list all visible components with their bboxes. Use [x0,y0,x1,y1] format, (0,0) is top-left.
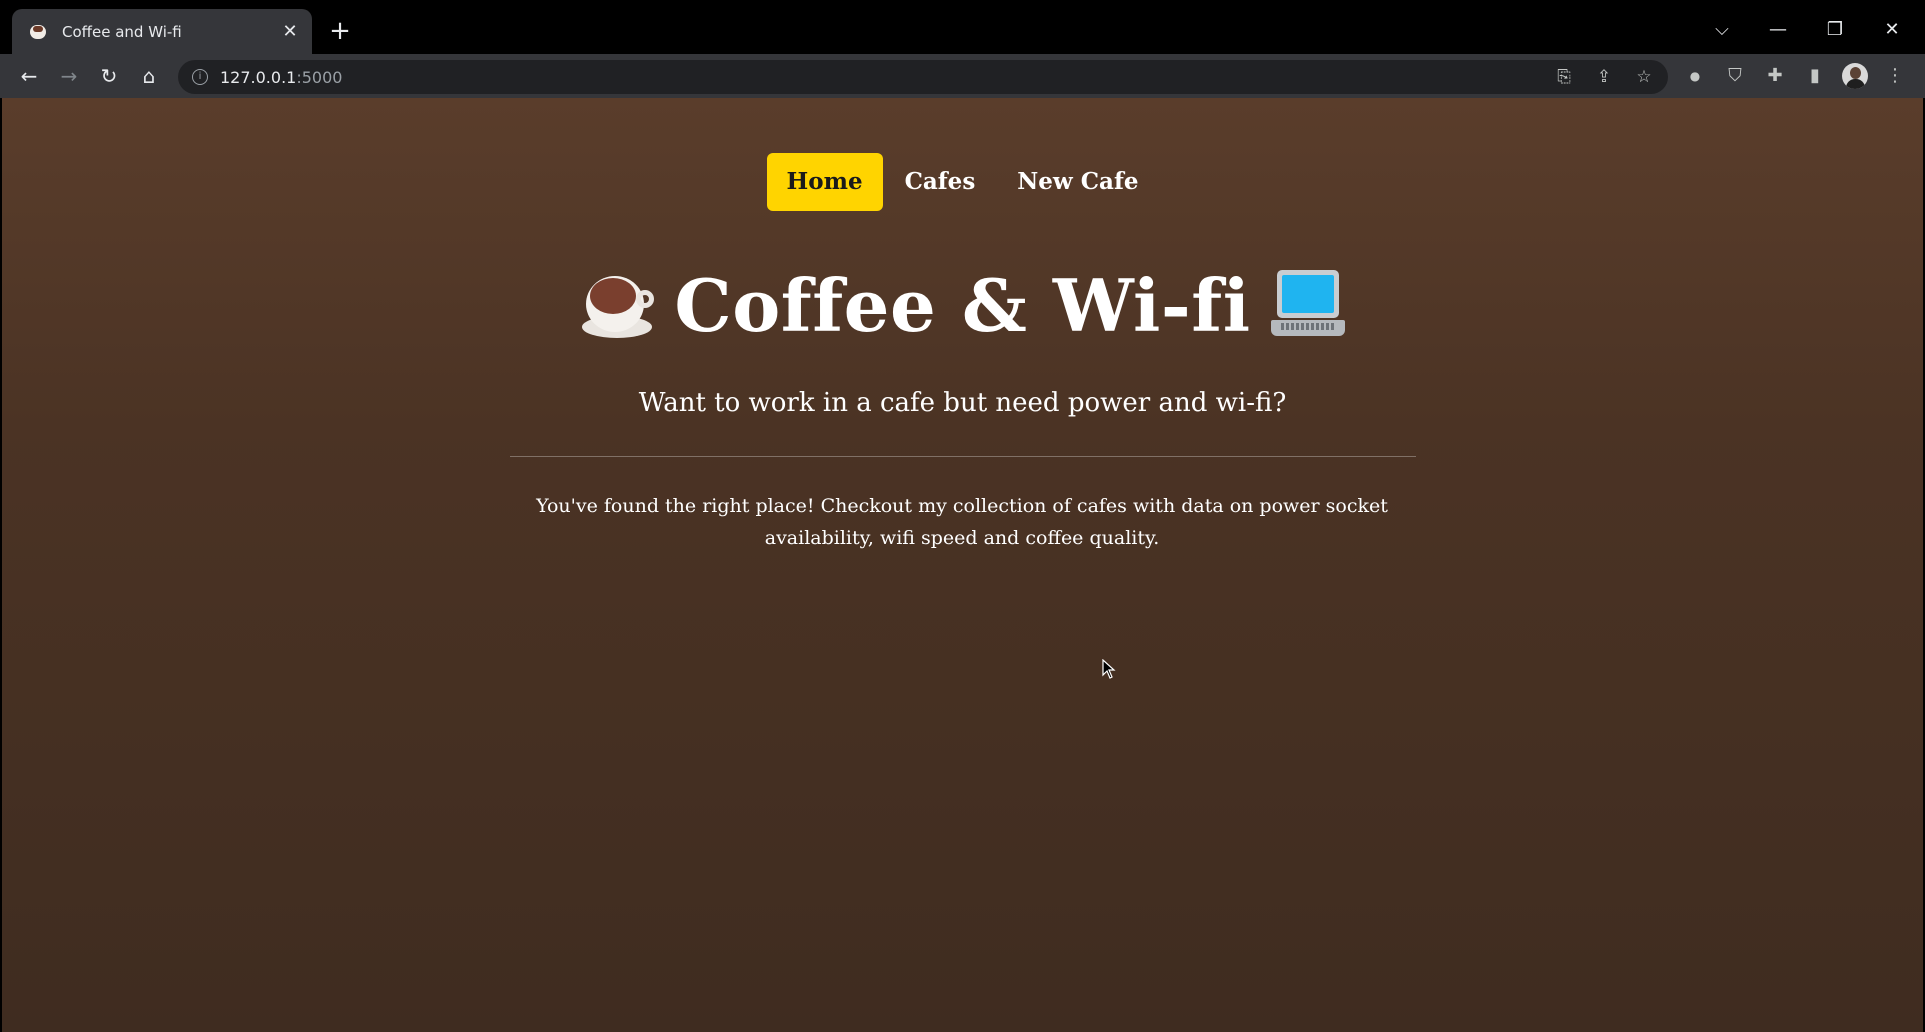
page-title-text: Coffee & Wi-fi [674,263,1251,348]
browser-toolbar: ← → ↻ ⌂ i 127.0.0.1:5000 ⎘ ⇪ ☆ ● ⛉ ✚ ▮ ⋮ [0,54,1925,98]
tab-title: Coffee and Wi-fi [62,22,182,41]
browser-tab[interactable]: Coffee and Wi-fi ✕ [12,9,312,54]
translate-icon[interactable]: ⎘ [1554,67,1574,87]
coffee-favicon-icon [28,21,50,43]
side-panel-icon[interactable]: ▮ [1804,65,1826,87]
mouse-cursor-icon [1102,659,1116,679]
site-nav: Home Cafes New Cafe [2,153,1923,211]
minimize-button[interactable]: — [1758,12,1798,48]
kebab-menu-icon[interactable]: ⋮ [1884,65,1906,87]
tab-search-icon[interactable]: ⌵ [1702,12,1742,48]
bookmark-star-icon[interactable]: ☆ [1634,67,1654,87]
forward-icon[interactable]: → [53,60,85,92]
restore-button[interactable]: ❐ [1815,12,1855,48]
close-window-button[interactable]: ✕ [1872,12,1912,48]
page-description: You've found the right place! Checkout m… [536,495,1388,549]
site-info-icon[interactable]: i [192,69,208,85]
page-subtitle: Want to work in a cafe but need power an… [638,388,1287,418]
page-title: Coffee & Wi-fi [2,263,1923,348]
nav-home-link[interactable]: Home [766,153,883,211]
tab-close-icon[interactable]: ✕ [280,21,300,42]
nav-cafes-link[interactable]: Cafes [885,153,996,211]
url-port: :5000 [296,67,343,87]
back-icon[interactable]: ← [13,60,45,92]
extension-icon[interactable]: ● [1684,65,1706,87]
divider [510,456,1416,457]
url-host: 127.0.0.1 [220,67,297,87]
share-icon[interactable]: ⇪ [1594,67,1614,87]
shield-extension-icon[interactable]: ⛉ [1724,65,1746,87]
puzzle-extensions-icon[interactable]: ✚ [1764,65,1786,87]
laptop-icon [1270,268,1345,344]
new-tab-button[interactable]: + [326,17,354,45]
tab-strip: Coffee and Wi-fi ✕ + ⌵ — ❐ ✕ [0,0,1925,54]
profile-avatar[interactable] [1842,63,1868,89]
address-bar[interactable]: i 127.0.0.1:5000 ⎘ ⇪ ☆ [178,60,1668,94]
nav-new-cafe-link[interactable]: New Cafe [997,153,1158,211]
home-icon[interactable]: ⌂ [133,60,165,92]
reload-icon[interactable]: ↻ [93,60,125,92]
page-viewport: Home Cafes New Cafe Coffee & Wi-fi Want … [2,98,1923,1032]
coffee-cup-icon [580,268,655,344]
